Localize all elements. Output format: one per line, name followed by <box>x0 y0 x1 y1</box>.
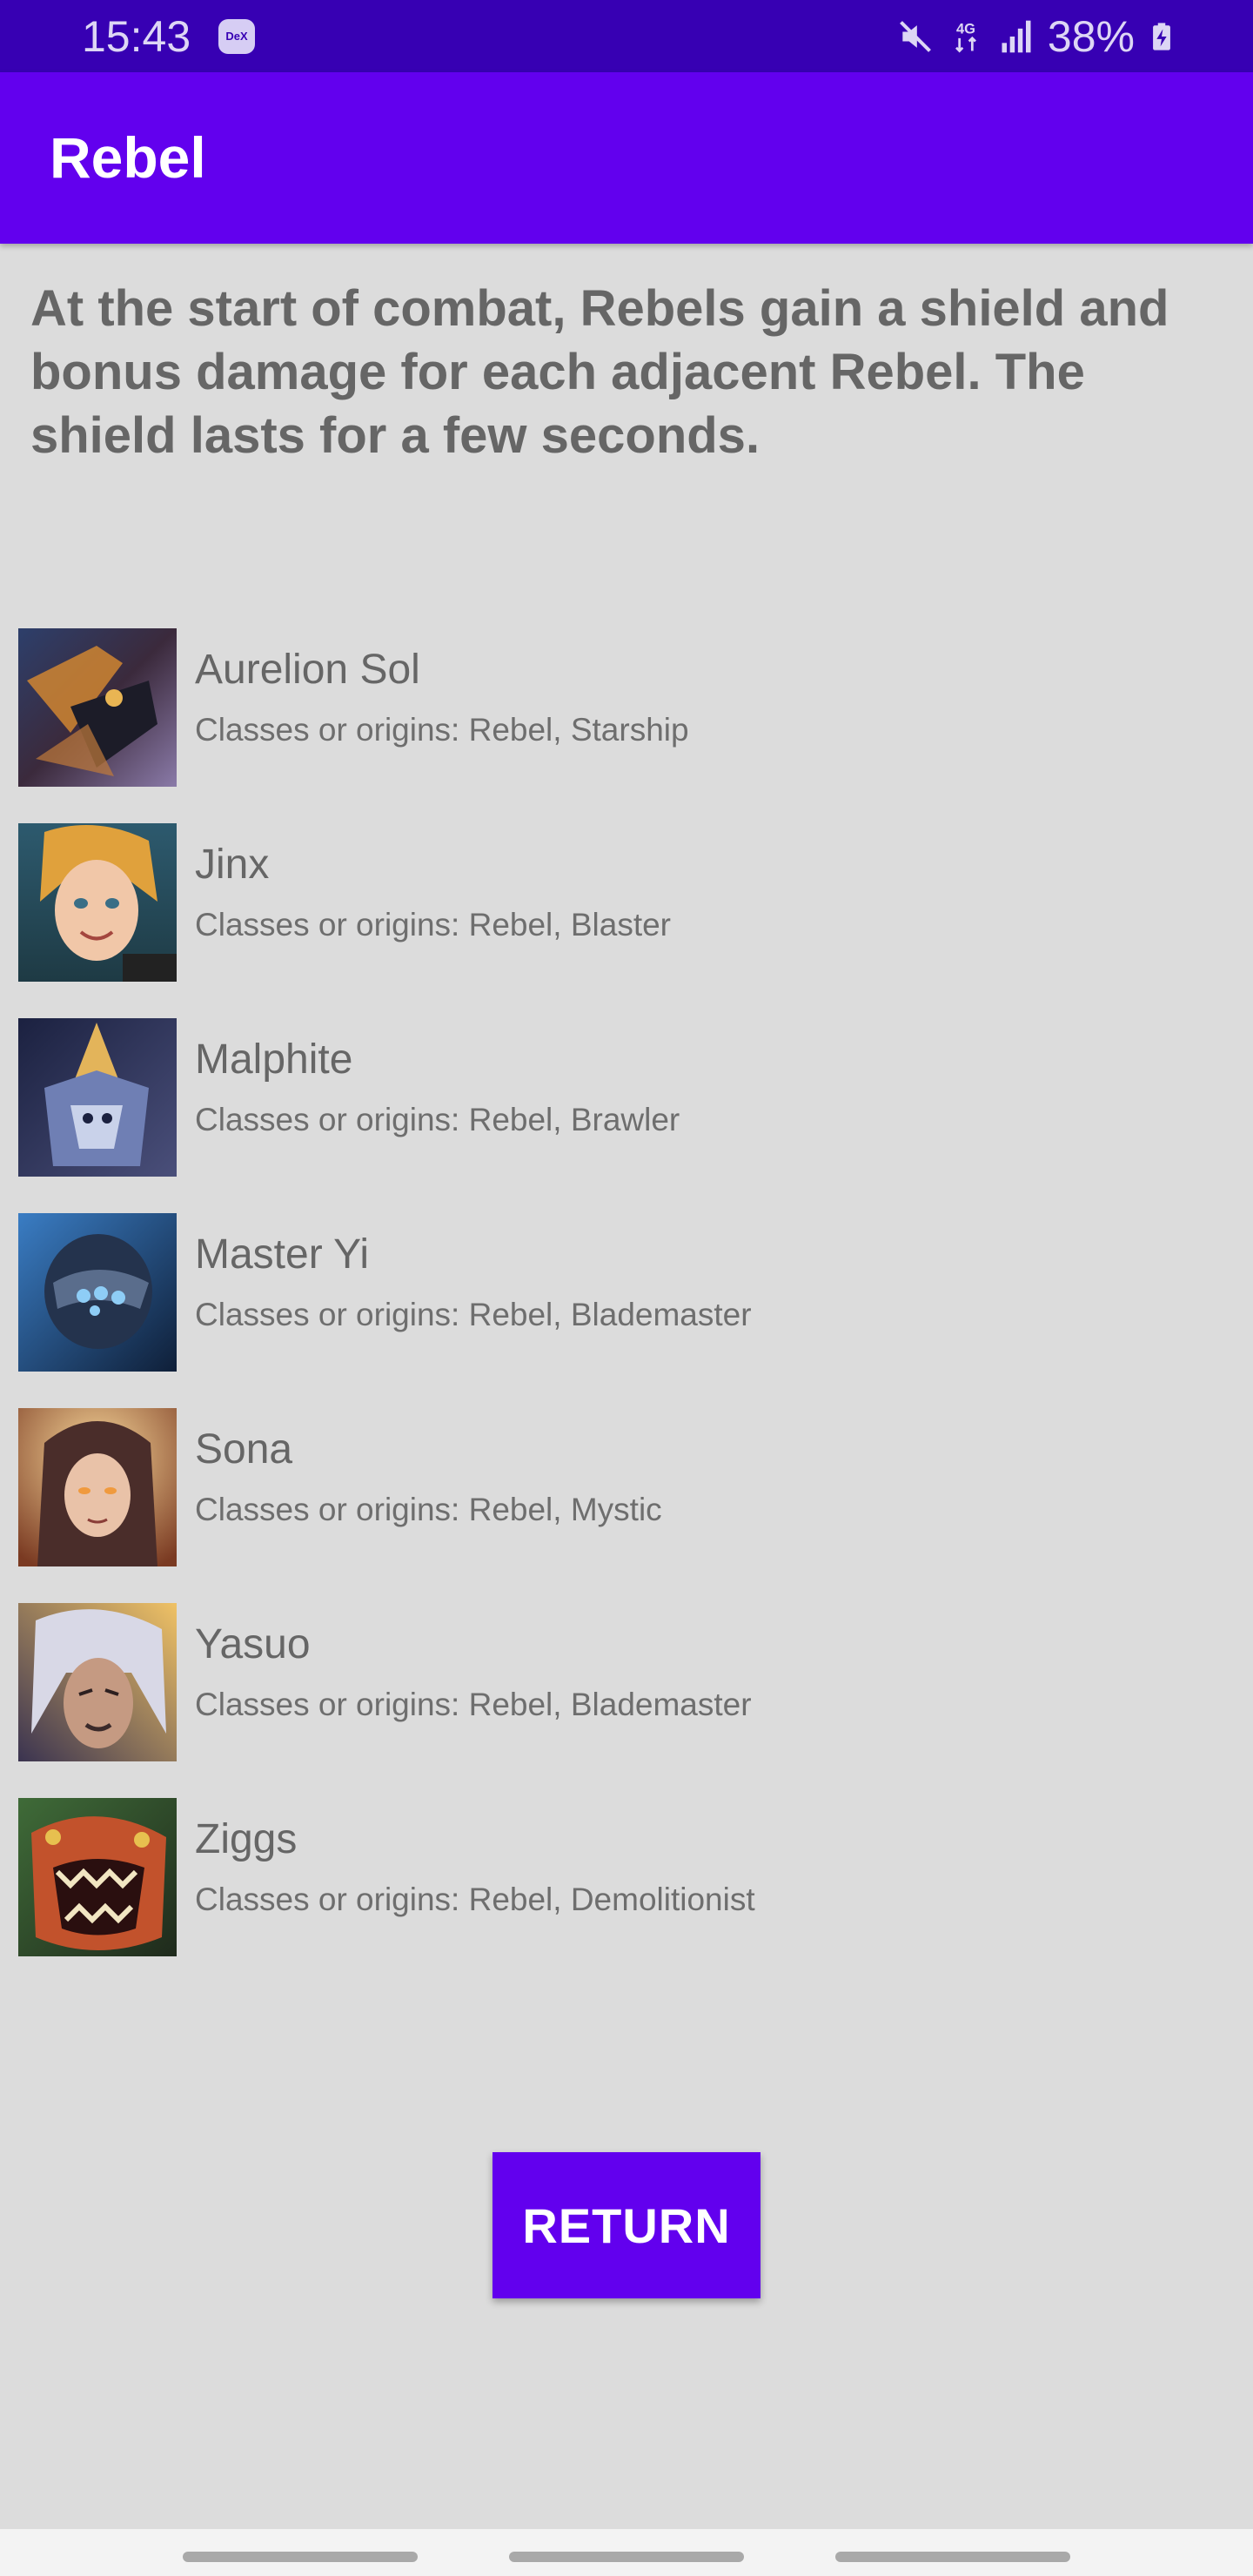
champion-classes: Classes or origins: Rebel, Blademaster <box>195 1297 752 1332</box>
champion-classes: Classes or origins: Rebel, Mystic <box>195 1492 662 1527</box>
champion-classes: Classes or origins: Rebel, Starship <box>195 712 689 748</box>
master-yi-portrait <box>18 1213 177 1372</box>
list-item[interactable]: Sona Classes or origins: Rebel, Mystic <box>0 1408 1253 1603</box>
page-title: Rebel <box>50 125 206 190</box>
list-item[interactable]: Malphite Classes or origins: Rebel, Braw… <box>0 1018 1253 1213</box>
list-item[interactable]: Jinx Classes or origins: Rebel, Blaster <box>0 823 1253 1018</box>
navigation-bar <box>0 2529 1253 2576</box>
dex-icon: DeX <box>218 19 255 54</box>
list-item[interactable]: Ziggs Classes or origins: Rebel, Demolit… <box>0 1798 1253 1993</box>
list-item[interactable]: Aurelion Sol Classes or origins: Rebel, … <box>0 628 1253 823</box>
app-bar: Rebel <box>0 72 1253 244</box>
svg-text:4G: 4G <box>956 21 975 37</box>
mute-icon <box>899 21 931 52</box>
list-item[interactable]: Master Yi Classes or origins: Rebel, Bla… <box>0 1213 1253 1408</box>
return-button[interactable]: RETURN <box>492 2152 761 2298</box>
network-4g-icon: 4G <box>955 21 976 53</box>
champion-name: Master Yi <box>195 1231 370 1278</box>
sona-portrait <box>18 1408 177 1566</box>
champion-classes: Classes or origins: Rebel, Brawler <box>195 1102 680 1137</box>
yasuo-portrait <box>18 1603 177 1761</box>
status-bar: 15:43 DeX 4G 38% <box>0 0 1253 72</box>
jinx-portrait <box>18 823 177 982</box>
ziggs-portrait <box>18 1798 177 1956</box>
champion-name: Aurelion Sol <box>195 647 420 693</box>
champion-name: Ziggs <box>195 1816 298 1862</box>
aurelion-sol-portrait <box>18 628 177 787</box>
champion-name: Sona <box>195 1426 293 1472</box>
malphite-portrait <box>18 1018 177 1177</box>
champion-classes: Classes or origins: Rebel, Blaster <box>195 907 671 943</box>
nav-recents-handle[interactable] <box>183 2552 418 2562</box>
battery-charging-icon <box>1153 23 1170 50</box>
status-time: 15:43 <box>82 12 191 61</box>
battery-percentage: 38% <box>1047 12 1135 61</box>
champion-classes: Classes or origins: Rebel, Demolitionist <box>195 1882 755 1917</box>
signal-icon <box>1002 20 1031 53</box>
champion-name: Jinx <box>195 842 270 888</box>
champion-classes: Classes or origins: Rebel, Blademaster <box>195 1687 752 1722</box>
list-item[interactable]: Yasuo Classes or origins: Rebel, Bladema… <box>0 1603 1253 1798</box>
nav-back-handle[interactable] <box>835 2552 1070 2562</box>
champion-name: Malphite <box>195 1036 353 1083</box>
status-icons: 4G 38% <box>896 9 1176 64</box>
champion-name: Yasuo <box>195 1621 311 1667</box>
trait-description: At the start of combat, Rebels gain a sh… <box>30 280 1169 464</box>
champion-list: Aurelion Sol Classes or origins: Rebel, … <box>0 628 1253 1993</box>
nav-home-handle[interactable] <box>509 2552 744 2562</box>
